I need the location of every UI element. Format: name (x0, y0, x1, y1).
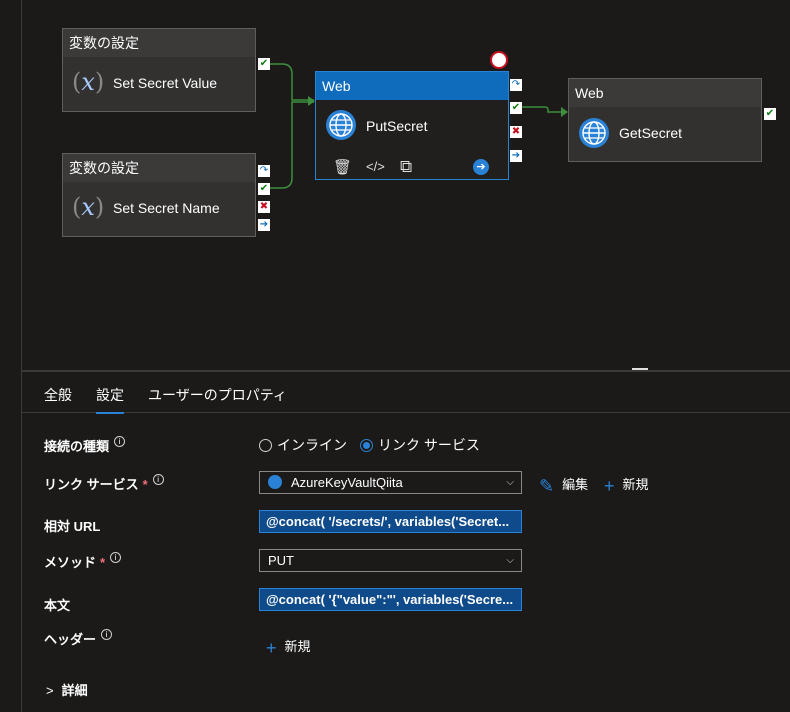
chevron-right-icon: > (46, 683, 54, 698)
activity-set-secret-value[interactable]: 変数の設定 (𝑥) Set Secret Value (62, 28, 256, 112)
activity-name: Set Secret Name (113, 200, 220, 216)
success-port-icon[interactable]: ✔ (258, 183, 270, 195)
activity-type-label: 変数の設定 (63, 29, 255, 57)
activity-set-secret-name[interactable]: 変数の設定 (𝑥) Set Secret Name (62, 153, 256, 237)
code-icon[interactable]: </> (366, 159, 385, 174)
radio-circle (259, 439, 272, 452)
method-label: メソッド * i (44, 552, 122, 571)
success-port-icon[interactable]: ✔ (764, 108, 776, 120)
activity-name: Set Secret Value (113, 75, 218, 91)
activity-type-label: Web (316, 72, 508, 100)
properties-tabs: 全般 設定 ユーザーのプロパティ (22, 372, 790, 414)
body-field[interactable]: @concat( '{"value":"', variables('Secre.… (259, 588, 522, 611)
variable-icon: (𝑥) (72, 68, 105, 96)
headers-label: ヘッダー i (44, 629, 113, 648)
info-icon[interactable]: i (152, 474, 164, 485)
pencil-icon: ✎ (539, 476, 555, 496)
variable-icon: (𝑥) (72, 193, 105, 221)
fail-port-icon[interactable]: ✖ (510, 126, 522, 138)
radio-linked-service[interactable]: リンク サービス (360, 435, 480, 455)
info-icon[interactable]: i (110, 552, 122, 563)
pipeline-canvas[interactable]: 変数の設定 (𝑥) Set Secret Value ✔ 変数の設定 (𝑥) S… (0, 0, 790, 370)
breakpoint-icon[interactable] (490, 51, 508, 69)
tab-user-properties[interactable]: ユーザーのプロパティ (148, 385, 287, 405)
relative-url-label: 相対 URL (44, 519, 101, 534)
activity-type-label: 変数の設定 (63, 154, 255, 182)
relative-url-field[interactable]: @concat( '/secrets/', variables('Secret.… (259, 510, 522, 533)
left-border (21, 0, 22, 712)
completion-port-icon[interactable]: ➔ (258, 219, 270, 231)
globe-icon (579, 118, 609, 148)
method-select[interactable]: PUT ⌵ (259, 549, 522, 572)
radio-inline[interactable]: インライン (259, 435, 347, 455)
skip-port-icon[interactable]: ↷ (258, 165, 270, 177)
body-label: 本文 (44, 598, 71, 613)
plus-icon: + (266, 638, 277, 658)
linked-service-select[interactable]: AzureKeyVaultQiita ⌵ (259, 471, 522, 494)
globe-icon (268, 475, 282, 489)
plus-icon: + (604, 476, 615, 496)
delete-icon[interactable]: 🗑 (333, 158, 352, 176)
copy-icon[interactable]: ⧉ (400, 157, 412, 177)
splitter-grip[interactable] (632, 368, 648, 370)
success-port-icon[interactable]: ✔ (510, 102, 522, 114)
go-arrow-icon[interactable]: ➔ (473, 159, 489, 175)
completion-port-icon[interactable]: ➔ (510, 150, 522, 162)
fail-port-icon[interactable]: ✖ (258, 201, 270, 213)
info-icon[interactable]: i (101, 629, 113, 640)
chevron-down-icon: ⌵ (506, 477, 514, 488)
linked-service-label: リンク サービス * i (44, 474, 164, 493)
chevron-down-icon: ⌵ (506, 555, 514, 566)
advanced-toggle[interactable]: > 詳細 (46, 680, 88, 699)
new-linked-service-button[interactable]: + 新規 (604, 474, 649, 497)
radio-circle-selected (360, 439, 373, 452)
connection-type-label: 接続の種類 i (44, 436, 126, 455)
edit-button[interactable]: ✎ 編集 (539, 474, 588, 497)
activity-get-secret[interactable]: Web GetSecret (568, 78, 762, 162)
new-header-button[interactable]: + 新規 (266, 636, 311, 659)
success-port-icon[interactable]: ✔ (258, 58, 270, 70)
activity-name: GetSecret (619, 125, 683, 141)
skip-port-icon[interactable]: ↷ (510, 79, 522, 91)
globe-icon (326, 110, 356, 140)
activity-put-secret[interactable]: Web PutSecret 🗑 </> ⧉ ➔ (315, 71, 509, 180)
info-icon[interactable]: i (114, 436, 126, 447)
activity-name: PutSecret (366, 118, 428, 134)
activity-type-label: Web (569, 79, 761, 107)
tab-general[interactable]: 全般 (44, 385, 72, 405)
tab-settings[interactable]: 設定 (96, 385, 124, 414)
